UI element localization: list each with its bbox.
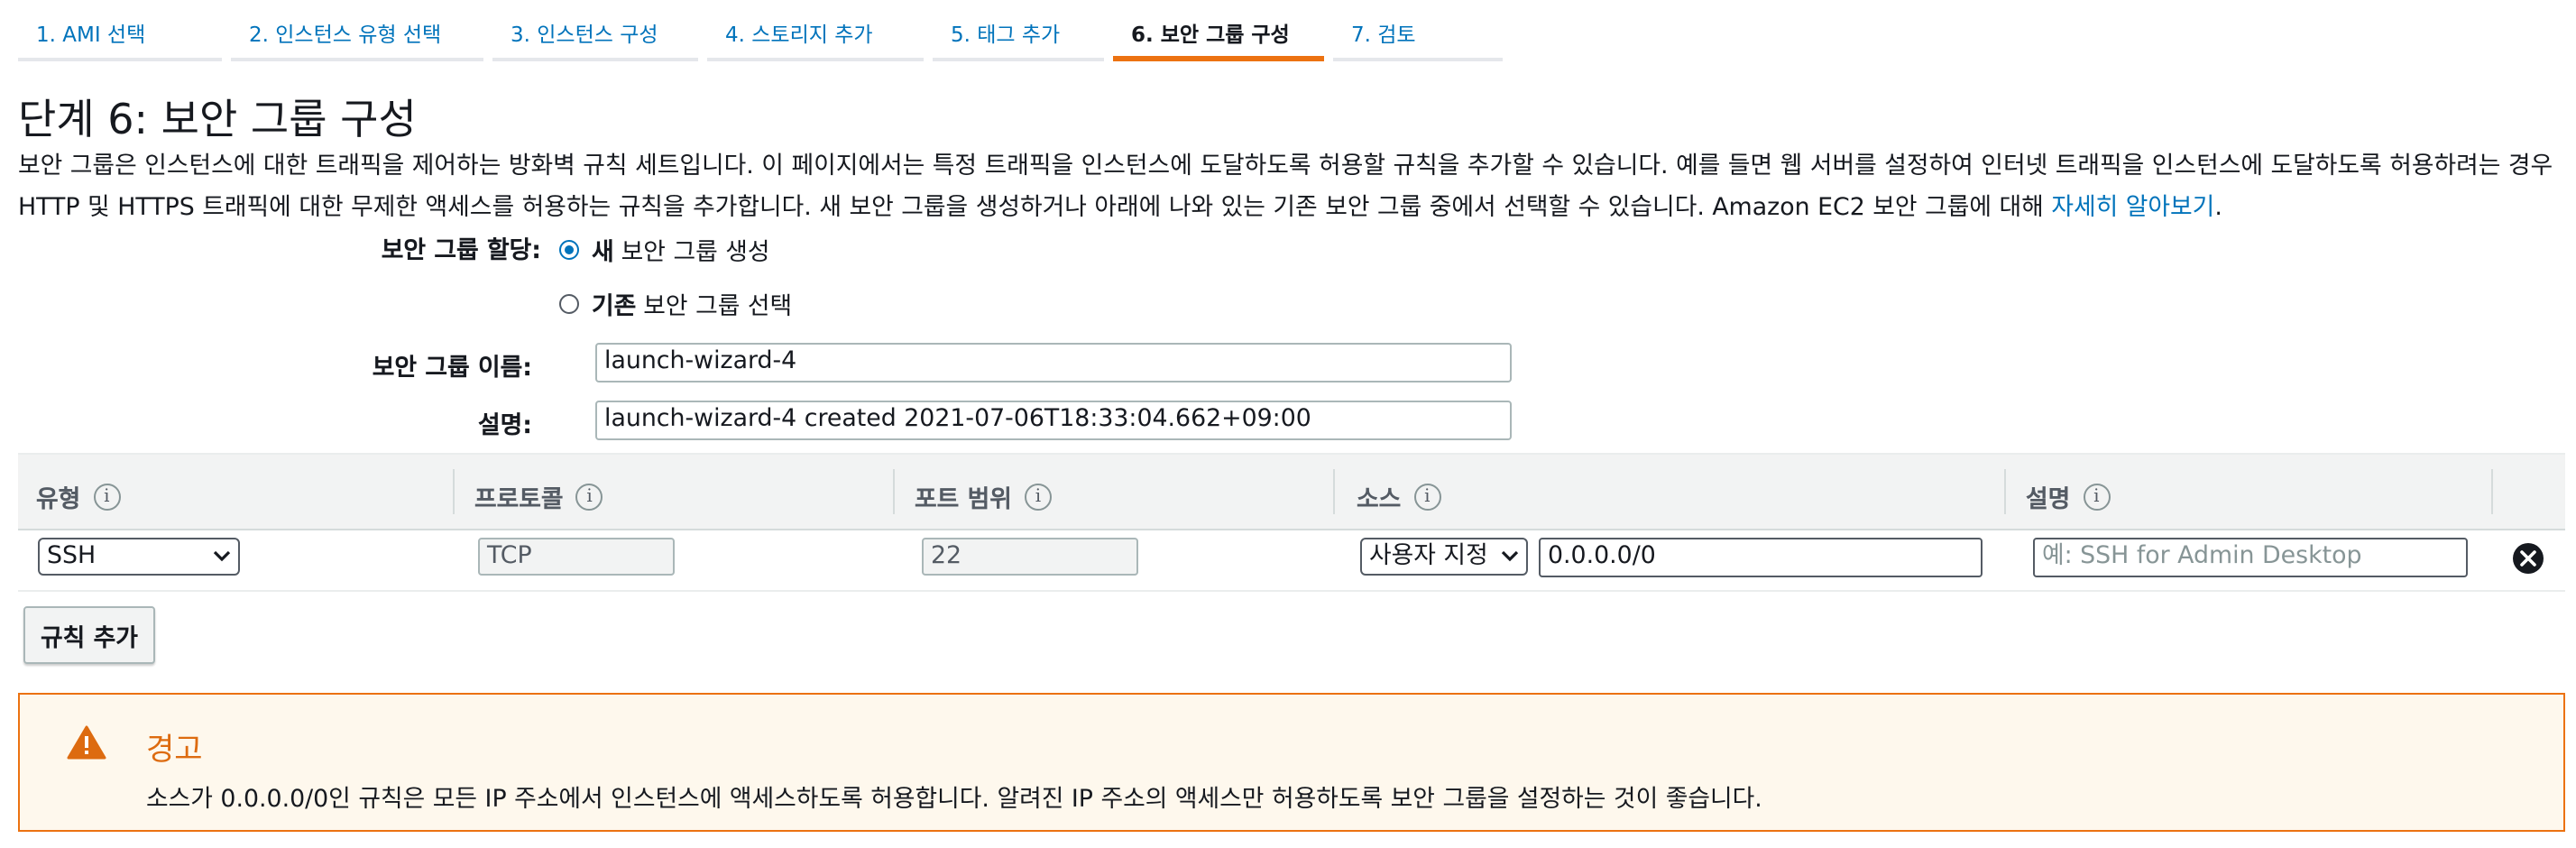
warning-text: 소스가 0.0.0.0/0인 규칙은 모든 IP 주소에서 인스턴스에 액세스하… — [146, 787, 1762, 814]
add-rule-button[interactable]: 규칙 추가 — [23, 606, 155, 664]
header-port-range: 포트 범위 i — [915, 478, 1052, 514]
column-divider — [893, 469, 895, 514]
header-protocol-label: 프로토콜 — [474, 487, 564, 514]
column-divider — [1333, 469, 1335, 514]
step-add-tags[interactable]: 5. 태그 추가 — [933, 14, 1104, 61]
info-icon[interactable]: i — [93, 483, 121, 510]
learn-more-link[interactable]: 자세히 알아보기 — [2051, 195, 2214, 222]
step-security-group[interactable]: 6. 보안 그룹 구성 — [1113, 14, 1324, 61]
header-description: 설명 i — [2026, 478, 2111, 514]
header-type-label: 유형 — [36, 487, 81, 514]
step-configure-instance[interactable]: 3. 인스턴스 구성 — [492, 14, 698, 61]
security-group-step-page: 1. AMI 선택 2. 인스턴스 유형 선택 3. 인스턴스 구성 4. 스토… — [0, 0, 2576, 848]
chevron-down-icon — [213, 550, 231, 562]
port-range-field: 22 — [922, 538, 1138, 576]
radio-new-label: 보안 그룹 생성 — [621, 240, 770, 267]
header-description-label: 설명 — [2026, 487, 2071, 514]
header-source: 소스 i — [1357, 478, 1441, 514]
info-icon[interactable]: i — [575, 483, 603, 510]
close-icon — [2520, 550, 2536, 567]
rules-table-header: 유형 i 프로토콜 i 포트 범위 i 소스 i 설명 i — [18, 453, 2565, 530]
type-select-value: SSH — [47, 543, 97, 570]
wizard-steps: 1. AMI 선택 2. 인스턴스 유형 선택 3. 인스턴스 구성 4. 스토… — [18, 14, 1512, 61]
step-review[interactable]: 7. 검토 — [1333, 14, 1503, 61]
group-name-label: 보안 그룹 이름: — [372, 355, 532, 383]
info-icon[interactable]: i — [1413, 483, 1441, 510]
source-mode-select[interactable]: 사용자 지정 — [1360, 538, 1528, 576]
column-divider — [2491, 469, 2493, 514]
radio-existing-group[interactable]: 기존 보안 그룹 선택 — [559, 285, 792, 321]
chevron-down-icon — [1501, 550, 1519, 562]
radio-existing-icon[interactable] — [559, 293, 579, 313]
intro-end: . — [2214, 195, 2222, 222]
assign-label: 보안 그룹 할당: — [381, 238, 541, 265]
column-divider — [2004, 469, 2006, 514]
info-icon[interactable]: i — [2083, 483, 2111, 510]
header-port-label: 포트 범위 — [915, 487, 1012, 514]
header-type: 유형 i — [36, 478, 121, 514]
warning-title: 경고 — [146, 733, 203, 769]
group-name-input[interactable]: launch-wizard-4 — [595, 343, 1512, 383]
header-source-label: 소스 — [1357, 487, 1402, 514]
group-desc-input[interactable]: launch-wizard-4 created 2021-07-06T18:33… — [595, 401, 1512, 440]
step-ami[interactable]: 1. AMI 선택 — [18, 14, 222, 61]
source-mode-value: 사용자 지정 — [1369, 543, 1488, 570]
radio-existing-bold: 기존 — [592, 294, 637, 321]
radio-new-bold: 새 — [592, 240, 614, 267]
group-desc-label: 설명: — [478, 413, 532, 440]
column-divider — [453, 469, 455, 514]
step-add-storage[interactable]: 4. 스토리지 추가 — [707, 14, 924, 61]
radio-existing-label: 보안 그룹 선택 — [643, 294, 793, 321]
step-instance-type[interactable]: 2. 인스턴스 유형 선택 — [231, 14, 483, 61]
warning-icon — [67, 725, 106, 760]
type-select[interactable]: SSH — [38, 538, 240, 576]
protocol-field: TCP — [478, 538, 675, 576]
radio-new-group[interactable]: 새 보안 그룹 생성 — [559, 231, 770, 267]
rule-description-input[interactable]: 예: SSH for Admin Desktop — [2033, 538, 2468, 577]
info-icon[interactable]: i — [1024, 483, 1052, 510]
source-cidr-input[interactable]: 0.0.0.0/0 — [1539, 538, 1983, 577]
warning-banner: 경고 소스가 0.0.0.0/0인 규칙은 모든 IP 주소에서 인스턴스에 액… — [18, 693, 2565, 832]
remove-rule-button[interactable] — [2513, 543, 2544, 574]
header-protocol: 프로토콜 i — [474, 478, 603, 514]
page-title: 단계 6: 보안 그룹 구성 — [18, 97, 417, 144]
page-intro: 보안 그룹은 인스턴스에 대한 트래픽을 제어하는 방화벽 규칙 세트입니다. … — [18, 146, 2571, 229]
table-row-divider — [18, 590, 2565, 592]
radio-new-icon[interactable] — [559, 239, 579, 259]
